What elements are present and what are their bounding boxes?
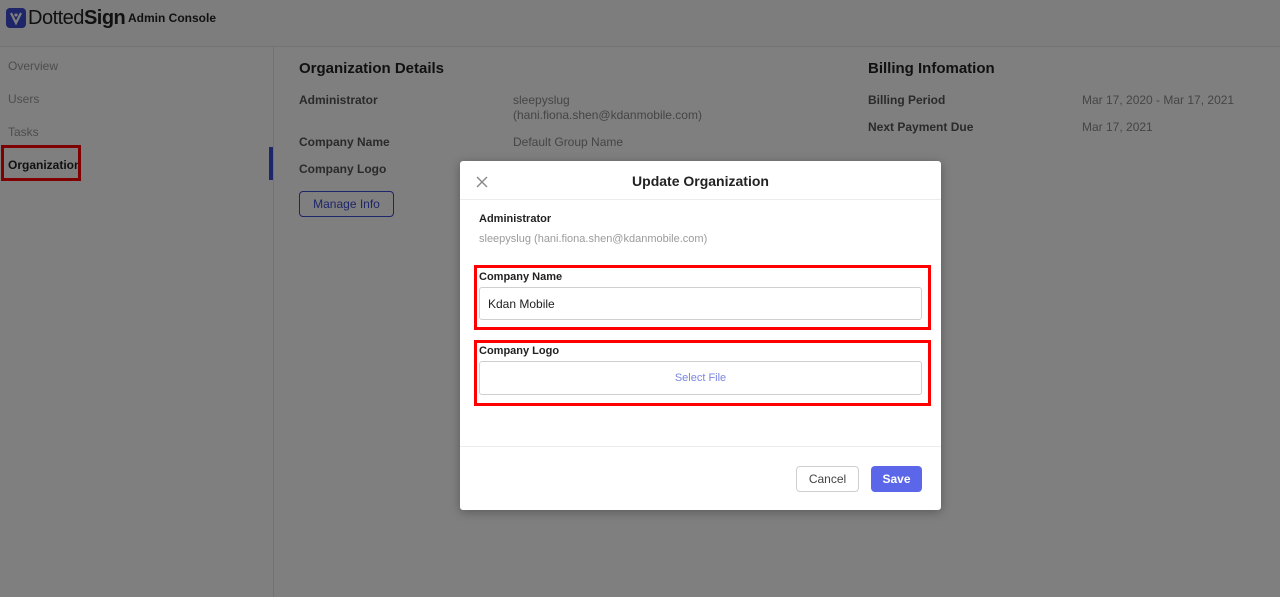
cancel-button[interactable]: Cancel <box>796 466 859 492</box>
save-button[interactable]: Save <box>871 466 922 492</box>
modal-title: Update Organization <box>632 173 769 189</box>
modal-admin-value: sleepyslug (hani.fiona.shen@kdanmobile.c… <box>479 233 708 245</box>
highlight-company-name <box>474 265 931 330</box>
highlight-company-logo <box>474 340 931 406</box>
update-organization-modal: Update Organization Administrator sleepy… <box>460 161 941 510</box>
modal-header: Update Organization <box>460 161 941 200</box>
modal-footer-divider <box>460 446 941 447</box>
modal-admin-label: Administrator <box>479 213 552 225</box>
